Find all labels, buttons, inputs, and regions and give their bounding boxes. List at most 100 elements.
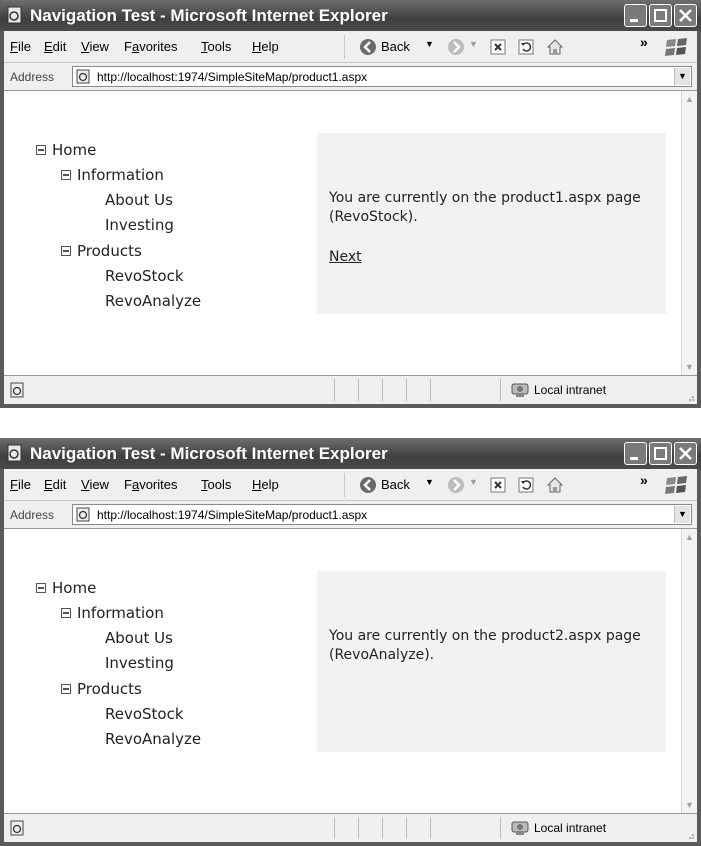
close-icon [679, 9, 692, 22]
collapse-toggle-icon[interactable] [61, 170, 71, 180]
status-divider [382, 817, 383, 839]
menu-view[interactable]: View [81, 39, 109, 54]
back-button-label[interactable]: Back [381, 477, 410, 492]
minimize-button[interactable] [624, 442, 647, 465]
tree-node-products[interactable]: Products [61, 242, 142, 260]
title-bar[interactable]: Navigation Test - Microsoft Internet Exp… [0, 438, 701, 469]
tree-node-revostock[interactable]: RevoStock [105, 705, 184, 723]
ie-page-icon [10, 820, 24, 836]
tree-node-investing[interactable]: Investing [105, 654, 174, 672]
toolbar-overflow-chevron[interactable]: » [640, 472, 648, 488]
back-arrow-icon[interactable] [359, 38, 377, 56]
address-url[interactable]: http://localhost:1974/SimpleSiteMap/prod… [97, 70, 367, 84]
status-divider [358, 817, 359, 839]
tree-node-home[interactable]: Home [36, 579, 96, 597]
forward-dropdown-icon[interactable]: ▼ [469, 39, 478, 49]
chevron-down-icon[interactable]: ▼ [674, 506, 690, 523]
menu-tools[interactable]: Tools [201, 477, 231, 492]
resize-grip-icon[interactable] [685, 830, 695, 840]
close-icon [679, 447, 692, 460]
refresh-icon[interactable] [517, 38, 535, 56]
scroll-down-icon[interactable]: ▼ [682, 797, 697, 813]
home-icon[interactable] [546, 38, 564, 56]
collapse-toggle-icon[interactable] [61, 246, 71, 256]
status-divider [430, 817, 431, 839]
status-divider [334, 379, 335, 401]
windows-logo-icon [665, 38, 687, 56]
window-title: Navigation Test - Microsoft Internet Exp… [30, 444, 388, 463]
menu-help[interactable]: Help [252, 477, 279, 492]
toolbar-separator [344, 35, 345, 59]
back-dropdown-icon[interactable]: ▼ [425, 477, 434, 487]
forward-arrow-icon[interactable] [447, 38, 465, 56]
menu-favorites[interactable]: Favorites [124, 477, 177, 492]
tree-node-investing[interactable]: Investing [105, 216, 174, 234]
scroll-up-icon[interactable]: ▲ [682, 529, 697, 545]
vertical-scrollbar[interactable]: ▲ ▼ [681, 91, 697, 375]
minimize-icon [630, 19, 638, 22]
toolbar-overflow-chevron[interactable]: » [640, 34, 648, 50]
stop-icon[interactable] [489, 476, 507, 494]
page-message: You are currently on the product1.aspx p… [329, 190, 641, 225]
address-input[interactable]: http://localhost:1974/SimpleSiteMap/prod… [72, 504, 692, 525]
status-bar: Local intranet [4, 813, 697, 842]
maximize-icon [654, 9, 667, 22]
page-content: Home Information About Us Investing Prod… [4, 91, 681, 375]
menu-edit[interactable]: Edit [44, 39, 66, 54]
maximize-button[interactable] [649, 442, 672, 465]
menu-edit[interactable]: Edit [44, 477, 66, 492]
minimize-button[interactable] [624, 4, 647, 27]
collapse-toggle-icon[interactable] [36, 583, 46, 593]
tree-node-revoanalyze[interactable]: RevoAnalyze [105, 292, 201, 310]
back-arrow-icon[interactable] [359, 476, 377, 494]
status-divider [334, 817, 335, 839]
vertical-scrollbar[interactable]: ▲ ▼ [681, 529, 697, 813]
menu-view[interactable]: View [81, 477, 109, 492]
home-icon[interactable] [546, 476, 564, 494]
tree-node-information[interactable]: Information [61, 166, 164, 184]
refresh-icon[interactable] [517, 476, 535, 494]
tree-node-home[interactable]: Home [36, 141, 96, 159]
scroll-down-icon[interactable]: ▼ [682, 359, 697, 375]
tree-node-products[interactable]: Products [61, 680, 142, 698]
menu-help[interactable]: Help [252, 39, 279, 54]
back-button-label[interactable]: Back [381, 39, 410, 54]
close-button[interactable] [674, 4, 697, 27]
menu-file[interactable]: File [10, 39, 31, 54]
tree-node-information[interactable]: Information [61, 604, 164, 622]
page-message: You are currently on the product2.aspx p… [329, 628, 641, 663]
status-divider [500, 817, 501, 839]
menu-favorites[interactable]: Favorites [124, 39, 177, 54]
security-zone-label: Local intranet [534, 383, 607, 397]
local-intranet-icon [511, 821, 529, 835]
status-divider [406, 817, 407, 839]
back-dropdown-icon[interactable]: ▼ [425, 39, 434, 49]
status-divider [430, 379, 431, 401]
title-bar[interactable]: Navigation Test - Microsoft Internet Exp… [0, 0, 701, 31]
ie-page-icon [76, 69, 90, 84]
resize-grip-icon[interactable] [685, 392, 695, 402]
maximize-button[interactable] [649, 4, 672, 27]
stop-icon[interactable] [489, 38, 507, 56]
menu-tools[interactable]: Tools [201, 39, 231, 54]
tree-node-about-us[interactable]: About Us [105, 191, 173, 209]
collapse-toggle-icon[interactable] [61, 684, 71, 694]
collapse-toggle-icon[interactable] [36, 145, 46, 155]
address-url[interactable]: http://localhost:1974/SimpleSiteMap/prod… [97, 508, 367, 522]
close-button[interactable] [674, 442, 697, 465]
status-divider [500, 379, 501, 401]
tree-node-about-us[interactable]: About Us [105, 629, 173, 647]
minimize-icon [630, 457, 638, 460]
tree-node-revostock[interactable]: RevoStock [105, 267, 184, 285]
window-title: Navigation Test - Microsoft Internet Exp… [30, 6, 388, 25]
forward-arrow-icon[interactable] [447, 476, 465, 494]
chevron-down-icon[interactable]: ▼ [674, 68, 690, 85]
forward-dropdown-icon[interactable]: ▼ [469, 477, 478, 487]
collapse-toggle-icon[interactable] [61, 608, 71, 618]
menu-file[interactable]: File [10, 477, 31, 492]
tree-node-revoanalyze[interactable]: RevoAnalyze [105, 730, 201, 748]
scroll-up-icon[interactable]: ▲ [682, 91, 697, 107]
menu-bar: File Edit View Favorites Tools Help Back… [4, 469, 697, 501]
next-link[interactable]: Next [329, 249, 362, 265]
address-input[interactable]: http://localhost:1974/SimpleSiteMap/prod… [72, 66, 692, 87]
